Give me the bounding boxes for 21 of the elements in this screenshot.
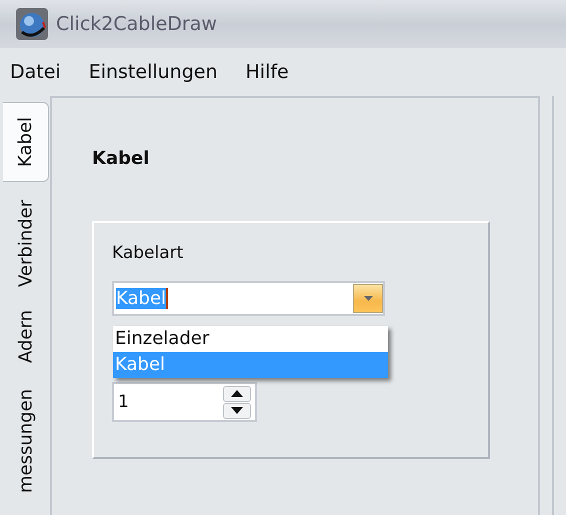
spin-box[interactable]: 1 <box>112 382 257 422</box>
field-label: Kabelart <box>112 243 184 263</box>
up-arrow-icon <box>231 390 243 397</box>
spin-value: 1 <box>118 392 129 412</box>
side-tab[interactable]: Adern <box>5 304 47 370</box>
side-tab[interactable]: Kabel <box>3 102 49 182</box>
panel-heading: Kabel <box>92 148 150 169</box>
window-title: Click2CableDraw <box>56 13 217 35</box>
combo-value: Kabel <box>116 288 168 309</box>
caret-icon <box>364 296 372 301</box>
increment-button[interactable] <box>223 386 251 402</box>
menu-item[interactable]: Datei <box>10 61 61 83</box>
app-icon <box>16 8 48 40</box>
side-tab[interactable]: Verbinder <box>5 188 47 298</box>
decrement-button[interactable] <box>223 402 251 418</box>
side-tab[interactable]: messungen <box>5 376 47 506</box>
menu-item[interactable]: Hilfe <box>246 61 289 83</box>
dropdown-option[interactable]: Einzelader <box>113 326 388 352</box>
down-arrow-icon <box>231 407 243 414</box>
menu-item[interactable]: Einstellungen <box>88 61 218 83</box>
dropdown-button[interactable] <box>353 284 383 313</box>
